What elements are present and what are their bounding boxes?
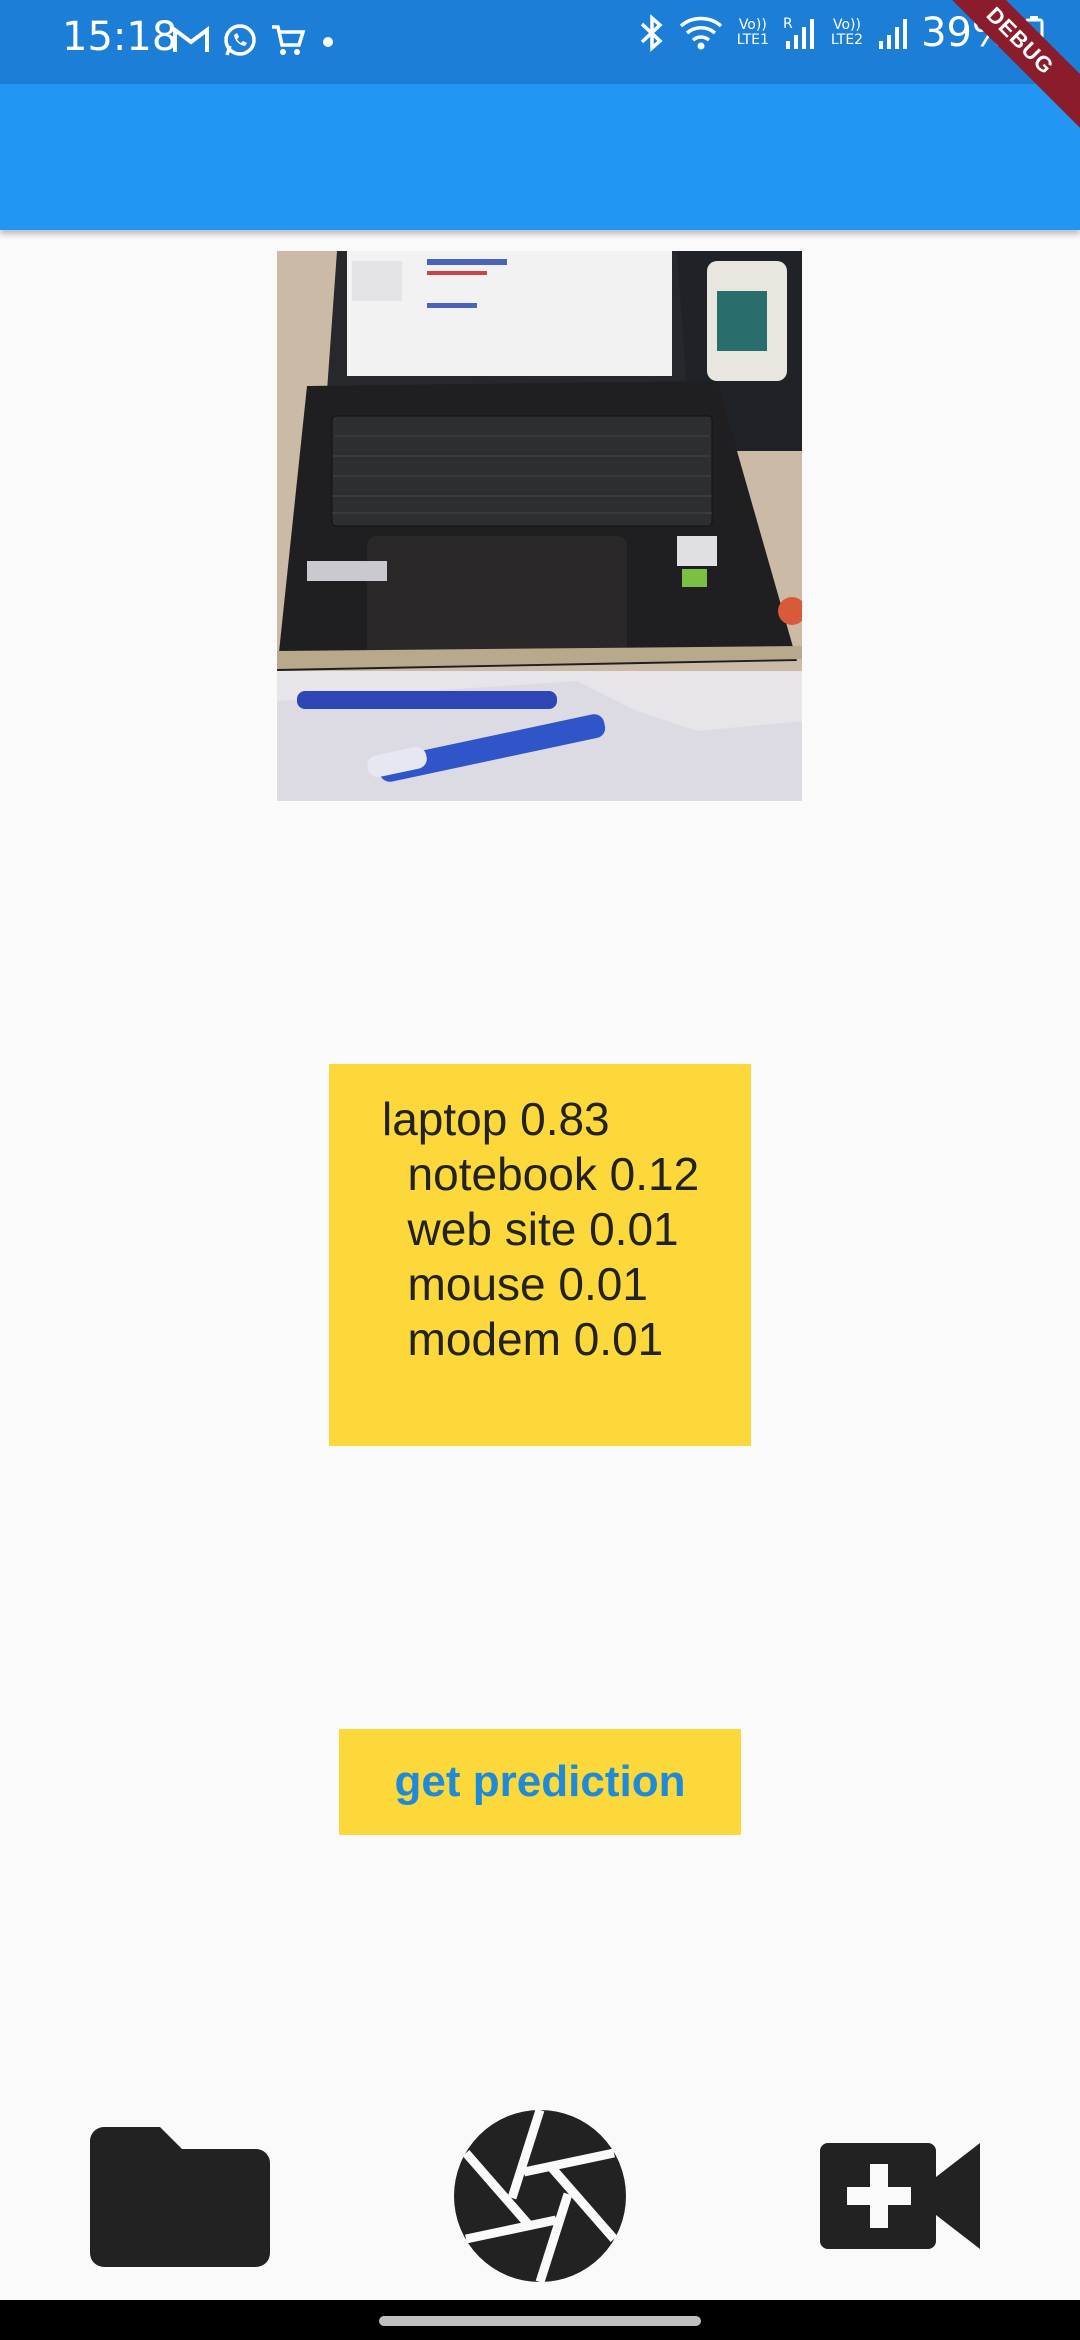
cart-icon [272,25,306,55]
prediction-line: mouse 0.01 [382,1258,648,1310]
camera-shutter-icon [454,2108,626,2284]
prediction-line: modem 0.01 [382,1313,664,1365]
notification-icons [172,22,338,58]
camera-capture-button[interactable] [452,2108,628,2289]
video-add-icon [820,2143,980,2249]
status-bar: 15:18 Vo)) LTE1 R Vo)) LTE2 39% [0,0,1080,84]
network-lte1: Vo)) LTE1 [736,17,769,48]
open-folder-button[interactable] [90,2125,270,2272]
prediction-line: web site 0.01 [382,1203,679,1255]
selected-image [277,251,802,801]
svg-text:R: R [783,16,793,32]
network-lte2: Vo)) LTE2 [830,17,864,48]
status-time: 15:18 [62,14,178,60]
folder-icon [90,2127,270,2267]
laptop-photo [277,251,802,801]
dot-icon [323,37,333,47]
home-gesture-handle[interactable] [379,2316,701,2326]
whatsapp-icon [224,24,256,56]
add-video-button[interactable] [820,2143,980,2254]
get-prediction-button[interactable]: get prediction [339,1729,741,1835]
gmail-icon [173,26,209,52]
signal-icon-2 [879,19,908,49]
bottom-actions [0,2105,1080,2285]
signal-icon-1: R [783,16,814,49]
app-bar [0,84,1080,230]
bluetooth-icon [640,14,663,52]
prediction-line: laptop 0.83 [382,1093,610,1145]
prediction-results: laptop 0.83 notebook 0.12 web site 0.01 … [329,1064,751,1446]
system-nav-bar [0,2300,1080,2340]
wifi-icon [679,16,722,50]
prediction-line: notebook 0.12 [382,1148,700,1200]
